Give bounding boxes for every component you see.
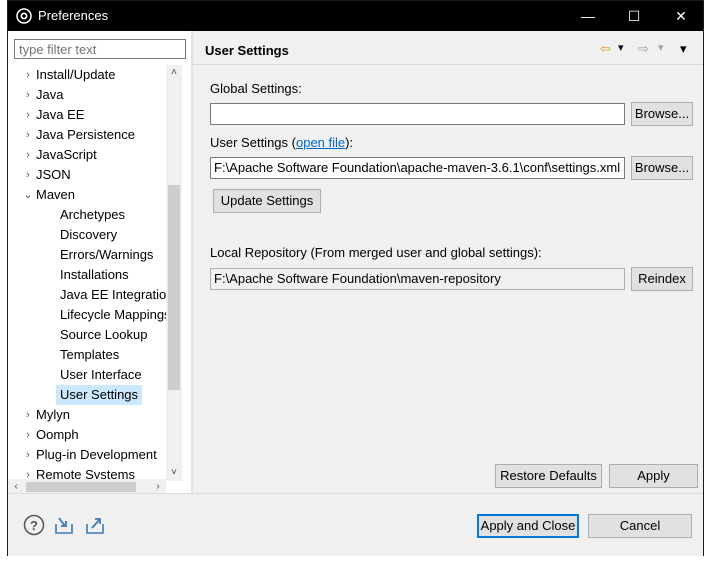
tree-item-label: Installations — [60, 267, 129, 282]
page-navigation: ⇦ ▾ ⇨ ▾ ▾ — [598, 41, 698, 61]
global-settings-field[interactable] — [210, 103, 625, 125]
user-settings-label-suffix: ): — [345, 135, 354, 150]
window-title: Preferences — [38, 8, 109, 23]
chevron-right-icon[interactable]: › — [20, 425, 36, 445]
title-bar[interactable]: Preferences — ☐ ✕ — [8, 1, 703, 31]
scroll-thumb[interactable] — [168, 185, 180, 390]
tree-item-label: Java Persistence — [36, 127, 135, 142]
close-button[interactable]: ✕ — [658, 1, 704, 31]
chevron-right-icon[interactable]: › — [20, 165, 36, 185]
horizontal-scroll-thumb[interactable] — [26, 482, 136, 492]
tree-item-label: Plug-in Development — [36, 447, 157, 462]
tree-item-label: User Interface — [60, 367, 142, 382]
tree-item-label: User Settings — [56, 385, 143, 405]
open-file-link[interactable]: open file — [296, 135, 345, 150]
chevron-right-icon[interactable]: › — [20, 445, 36, 465]
filter-input[interactable] — [14, 39, 186, 59]
tree-item-label: Java EE Integration — [60, 287, 166, 302]
scroll-up-icon[interactable]: ˄ — [166, 65, 182, 81]
forward-menu-icon[interactable]: ▾ — [658, 41, 664, 54]
tree-item-label: Errors/Warnings — [60, 247, 154, 262]
tree-item-label: Install/Update — [36, 67, 116, 82]
view-menu-icon[interactable]: ▾ — [680, 41, 687, 57]
back-menu-icon[interactable]: ▾ — [618, 41, 624, 54]
tree-item-label: JavaScript — [36, 147, 97, 162]
preferences-window: Preferences — ☐ ✕ ›Install/Update›Java›J… — [7, 0, 704, 556]
minimize-button[interactable]: — — [565, 1, 611, 31]
tree-item-label: JSON — [36, 167, 71, 182]
chevron-right-icon[interactable]: › — [20, 405, 36, 425]
apply-button[interactable]: Apply — [609, 464, 698, 488]
import-icon[interactable] — [53, 514, 75, 536]
tree-vertical-scrollbar[interactable]: ˄ ˅ — [166, 65, 182, 481]
tree-item-label: Templates — [60, 347, 120, 362]
reindex-button[interactable]: Reindex — [631, 267, 693, 291]
chevron-right-icon[interactable]: › — [20, 125, 36, 145]
forward-arrow-icon[interactable]: ⇨ — [638, 41, 649, 57]
eclipse-app-icon — [16, 8, 32, 24]
tree-item-label: Mylyn — [36, 407, 70, 422]
user-browse-button[interactable]: Browse... — [631, 156, 693, 180]
chevron-right-icon[interactable]: › — [20, 85, 36, 105]
tree-item-label: Archetypes — [60, 207, 126, 222]
chevron-right-icon[interactable]: › — [20, 65, 36, 85]
tree-item-label: Source Lookup — [60, 327, 148, 342]
tree-item-label: Java EE — [36, 107, 85, 122]
update-settings-button[interactable]: Update Settings — [213, 189, 321, 213]
page-title: User Settings — [205, 43, 289, 58]
tree-item-label: Lifecycle Mappings — [60, 307, 166, 322]
user-settings-field[interactable]: F:\Apache Software Foundation\apache-mav… — [210, 157, 625, 179]
tree-item-label: Discovery — [60, 227, 118, 242]
global-settings-label: Global Settings: — [210, 81, 302, 96]
local-repository-field: F:\Apache Software Foundation\maven-repo… — [210, 268, 625, 290]
cancel-button[interactable]: Cancel — [588, 514, 692, 538]
dialog-button-bar: ? Apply and Close Cancel — [8, 493, 703, 556]
chevron-down-icon[interactable]: ⌄ — [20, 185, 36, 205]
help-icon[interactable]: ? — [23, 514, 45, 536]
apply-and-close-button[interactable]: Apply and Close — [477, 514, 579, 538]
maximize-button[interactable]: ☐ — [611, 1, 657, 31]
tree-item-label: Java — [36, 87, 64, 102]
preference-tree-pane: ›Install/Update›Java›Java EE›Java Persis… — [8, 31, 191, 495]
user-settings-label: User Settings (open file): — [210, 135, 353, 150]
global-browse-button[interactable]: Browse... — [631, 102, 693, 126]
scroll-down-icon[interactable]: ˅ — [166, 465, 182, 481]
user-settings-page: Global Settings: Browse... User Settings… — [193, 65, 703, 493]
chevron-right-icon[interactable]: › — [20, 105, 36, 125]
back-arrow-icon[interactable]: ⇦ — [600, 41, 611, 57]
export-icon[interactable] — [84, 514, 106, 536]
chevron-right-icon[interactable]: › — [20, 145, 36, 165]
user-settings-label-prefix: User Settings ( — [210, 135, 296, 150]
tree-item-label: Oomph — [36, 427, 79, 442]
svg-text:?: ? — [30, 518, 38, 533]
restore-defaults-button[interactable]: Restore Defaults — [495, 464, 602, 488]
preference-tree: › Install/Update › Java › Java EE › Java Persis… — [8, 65, 166, 481]
tree-item-label: Maven — [36, 187, 76, 202]
local-repository-label: Local Repository (From merged user and g… — [210, 245, 542, 260]
